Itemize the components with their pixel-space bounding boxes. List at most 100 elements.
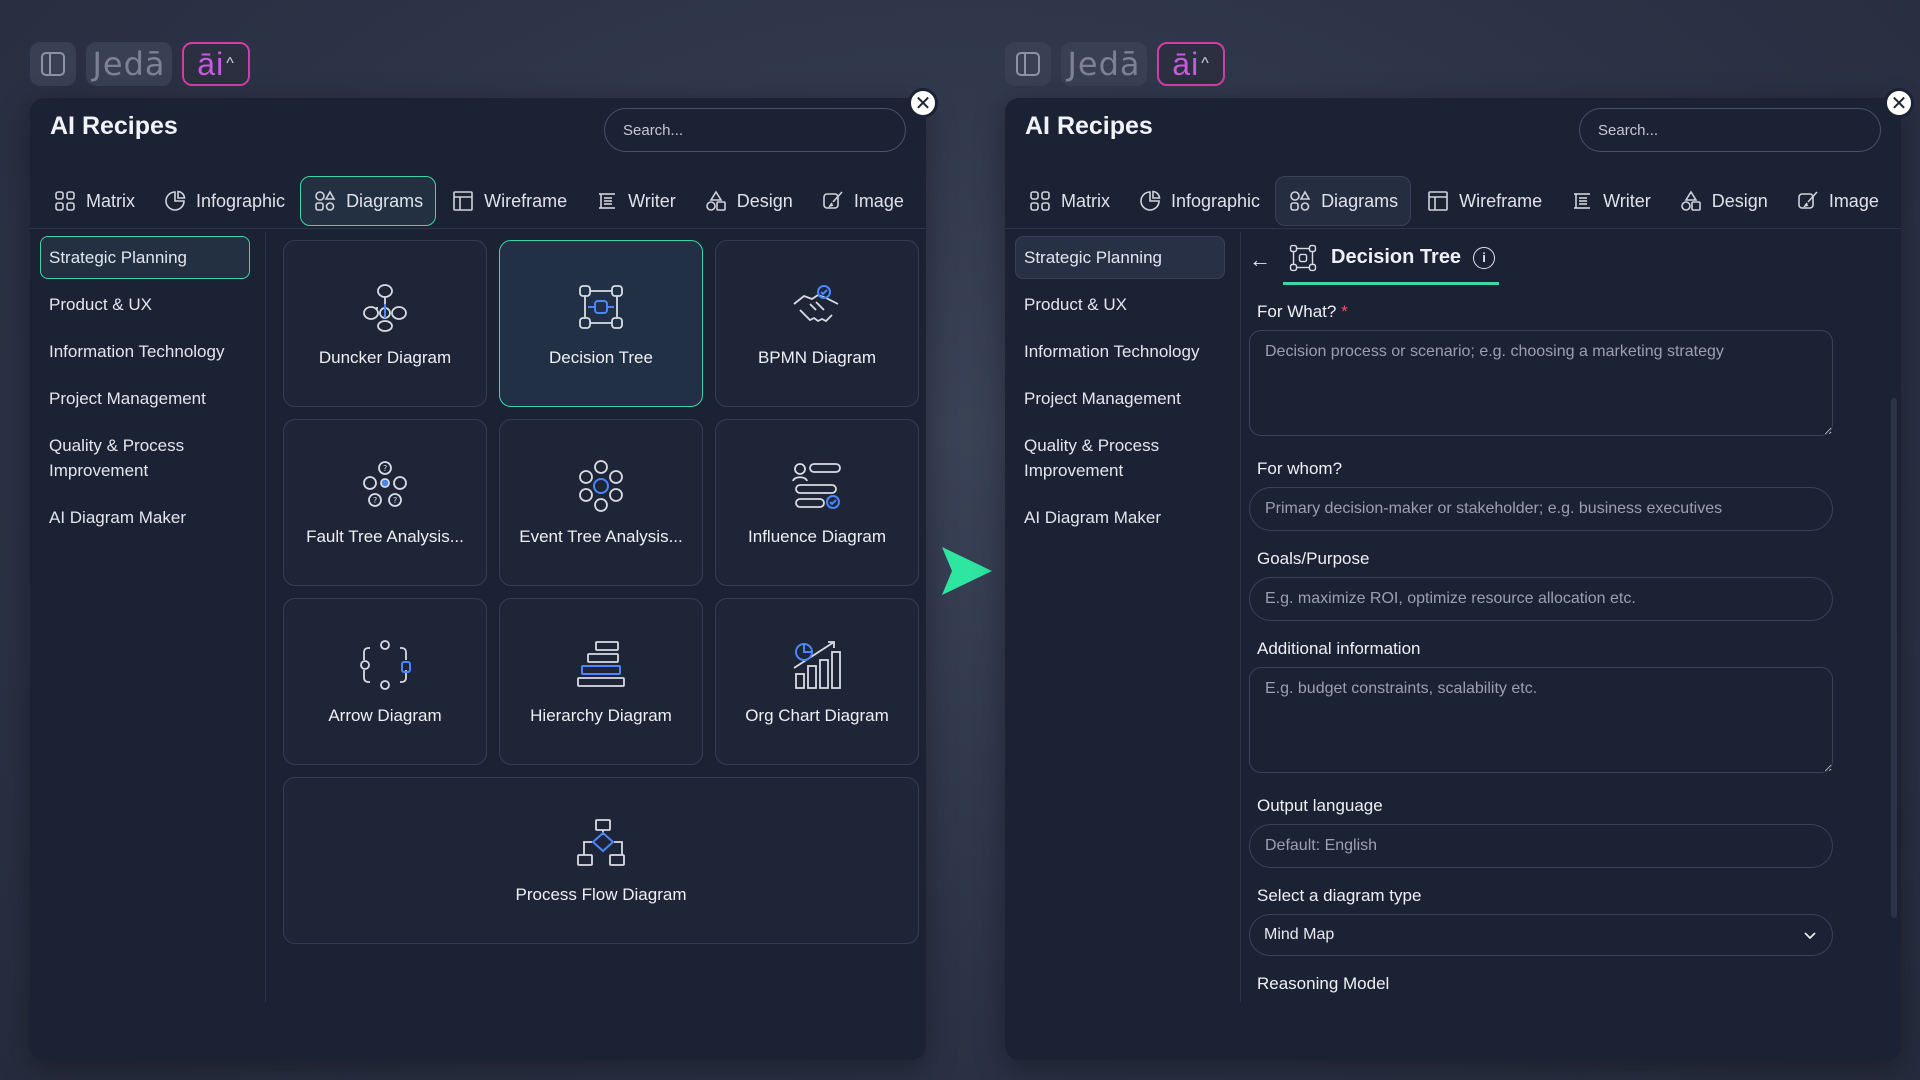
sidebar-toggle-icon[interactable] <box>1005 42 1051 86</box>
required-mark: * <box>1341 302 1348 321</box>
toolbar-right: Jedā āi ^ <box>1005 40 1225 88</box>
transition-arrow-icon <box>942 547 992 595</box>
sidebar-item-information-technology[interactable]: Information Technology <box>1015 330 1225 373</box>
sidebar-item-project-management[interactable]: Project Management <box>40 377 250 420</box>
sidebar-item-ai-diagram-maker[interactable]: AI Diagram Maker <box>1015 496 1225 539</box>
ai-menu-button[interactable]: āi ^ <box>1157 42 1225 86</box>
card-fault-tree-analysis[interactable]: ??? Fault Tree Analysis... <box>283 419 487 586</box>
output-language-input[interactable] <box>1249 824 1833 868</box>
duncker-icon <box>363 283 407 332</box>
tab-infographic[interactable]: Infographic <box>150 176 298 226</box>
tab-label: Wireframe <box>484 190 568 211</box>
tab-label: Infographic <box>1171 190 1261 211</box>
sidebar-item-project-management[interactable]: Project Management <box>1015 377 1225 420</box>
influence-icon <box>792 462 841 509</box>
form-header: ← Decision Tree i <box>1249 236 1859 285</box>
tab-writer[interactable]: Writer <box>1557 176 1664 226</box>
svg-text:?: ? <box>373 496 377 505</box>
divider <box>1005 228 1901 229</box>
card-arrow-diagram[interactable]: Arrow Diagram <box>283 598 487 765</box>
pie-chart-icon <box>165 190 186 211</box>
jeda-logo[interactable]: Jedā <box>86 42 172 86</box>
card-label: Process Flow Diagram <box>515 884 687 904</box>
decision-tree-icon <box>1289 244 1317 271</box>
card-process-flow-diagram[interactable]: Process Flow Diagram <box>283 777 919 944</box>
card-label: Arrow Diagram <box>328 705 442 725</box>
card-event-tree-analysis[interactable]: Event Tree Analysis... <box>499 419 703 586</box>
close-icon[interactable]: ✕ <box>1884 88 1914 118</box>
card-label: BPMN Diagram <box>757 347 877 367</box>
goals-input[interactable] <box>1249 577 1833 621</box>
scrollbar[interactable] <box>1891 398 1897 918</box>
tab-image[interactable]: Image <box>808 176 917 226</box>
tab-infographic[interactable]: Infographic <box>1125 176 1273 226</box>
diagram-type-select[interactable]: Mind Map <box>1249 914 1833 956</box>
search-input[interactable] <box>604 108 906 152</box>
toolbar-left: Jedā āi ^ <box>30 40 250 88</box>
for-whom-input[interactable] <box>1249 487 1833 531</box>
card-label: Event Tree Analysis... <box>519 526 683 546</box>
ai-menu-button[interactable]: āi ^ <box>182 42 250 86</box>
sidebar-item-product-ux[interactable]: Product & UX <box>40 283 250 326</box>
card-label: Duncker Diagram <box>318 347 452 367</box>
sidebar-item-ai-diagram-maker[interactable]: AI Diagram Maker <box>40 496 250 539</box>
card-bpmn-diagram[interactable]: BPMN Diagram <box>715 240 919 407</box>
reasoning-model-label: Reasoning Model <box>1257 974 1390 993</box>
info-icon[interactable]: i <box>1473 246 1496 269</box>
card-hierarchy-diagram[interactable]: Hierarchy Diagram <box>499 598 703 765</box>
tab-diagrams[interactable]: Diagrams <box>300 176 437 226</box>
tab-label: Image <box>1828 190 1879 211</box>
svg-text:?: ? <box>393 496 397 505</box>
tab-wireframe[interactable]: Wireframe <box>438 176 580 226</box>
card-duncker-diagram[interactable]: Duncker Diagram <box>283 240 487 407</box>
divider <box>1240 232 1241 1002</box>
tab-diagrams[interactable]: Diagrams <box>1275 176 1412 226</box>
goals-label: Goals/Purpose <box>1257 549 1370 568</box>
tab-image[interactable]: Image <box>1783 176 1892 226</box>
pie-chart-icon <box>1140 190 1161 211</box>
sidebar-item-information-technology[interactable]: Information Technology <box>40 330 250 373</box>
card-label: Org Chart Diagram <box>745 705 889 725</box>
ai-label: āi <box>197 45 225 82</box>
recipe-tabs: Matrix Infographic Diagrams Wireframe Wr… <box>40 176 916 226</box>
hierarchy-icon <box>577 640 625 687</box>
chevron-up-icon: ^ <box>1201 55 1210 72</box>
recipe-tabs: Matrix Infographic Diagrams Wireframe Wr… <box>1015 176 1891 226</box>
matrix-icon <box>55 191 75 211</box>
for-what-label: For What? * <box>1257 302 1859 322</box>
tab-design[interactable]: Design <box>691 176 806 226</box>
tab-matrix[interactable]: Matrix <box>40 176 148 226</box>
close-icon[interactable]: ✕ <box>908 88 938 118</box>
tab-writer[interactable]: Writer <box>582 176 689 226</box>
writer-icon <box>599 193 616 209</box>
form-title: Decision Tree <box>1331 246 1462 268</box>
fault-tree-icon: ??? <box>363 460 407 507</box>
event-tree-icon <box>579 459 623 512</box>
sidebar-toggle-icon[interactable] <box>30 42 76 86</box>
for-what-textarea[interactable] <box>1249 330 1833 436</box>
sidebar-item-quality-process[interactable]: Quality & Process Improvement <box>1015 424 1225 492</box>
back-arrow-icon[interactable]: ← <box>1249 247 1271 273</box>
tab-label: Matrix <box>1061 190 1110 211</box>
tab-matrix[interactable]: Matrix <box>1015 176 1123 226</box>
tab-label: Writer <box>1603 190 1651 211</box>
jeda-logo[interactable]: Jedā <box>1061 42 1147 86</box>
search-input[interactable] <box>1579 108 1881 152</box>
category-sidebar: Strategic Planning Product & UX Informat… <box>1015 236 1225 543</box>
sidebar-item-strategic-planning[interactable]: Strategic Planning <box>40 236 250 279</box>
ai-label: āi <box>1172 45 1200 82</box>
tab-design[interactable]: Design <box>1666 176 1781 226</box>
tab-label: Diagrams <box>1321 190 1399 211</box>
additional-info-textarea[interactable] <box>1249 667 1833 773</box>
handshake-icon <box>793 284 839 322</box>
card-influence-diagram[interactable]: Influence Diagram <box>715 419 919 586</box>
sidebar-item-product-ux[interactable]: Product & UX <box>1015 283 1225 326</box>
tab-wireframe[interactable]: Wireframe <box>1413 176 1555 226</box>
sidebar-item-quality-process[interactable]: Quality & Process Improvement <box>40 424 250 492</box>
card-org-chart-diagram[interactable]: Org Chart Diagram <box>715 598 919 765</box>
card-decision-tree[interactable]: Decision Tree <box>499 240 703 407</box>
sidebar-item-strategic-planning[interactable]: Strategic Planning <box>1015 236 1225 279</box>
ai-recipes-panel-right: AI Recipes Matrix Infographic Diagrams W… <box>1005 98 1901 1060</box>
chevron-down-icon <box>1804 932 1816 940</box>
label-text: For What? <box>1257 302 1337 321</box>
